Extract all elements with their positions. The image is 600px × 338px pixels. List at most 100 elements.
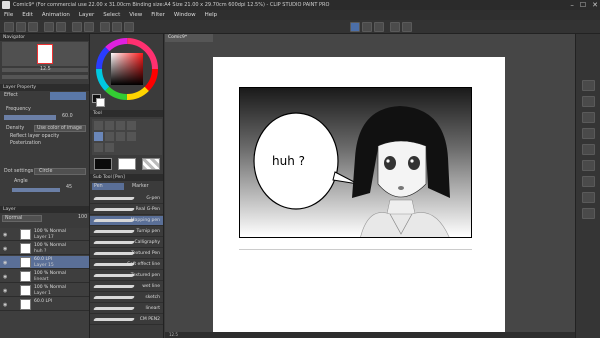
eraser-tool-icon[interactable] xyxy=(127,132,136,141)
material-icon[interactable] xyxy=(582,96,595,107)
zoom-tool-icon[interactable] xyxy=(105,121,114,130)
brush-item-selected[interactable]: Mapping pen xyxy=(90,216,163,226)
brush-item[interactable]: Soft effect line xyxy=(90,260,163,270)
frequency-slider[interactable] xyxy=(4,115,56,120)
transparent-swatch[interactable] xyxy=(142,158,160,170)
brush-item[interactable]: Textured Pen xyxy=(90,249,163,259)
canvas-tab[interactable]: Comic9* xyxy=(165,34,213,42)
eye-icon[interactable]: ◉ xyxy=(3,302,7,308)
snap-ruler-icon[interactable] xyxy=(350,22,360,32)
dot-settings-label: Dot settings xyxy=(4,169,34,174)
material-icon[interactable] xyxy=(582,80,595,91)
angle-value[interactable]: 45 xyxy=(66,185,72,190)
minimize-button[interactable]: – xyxy=(570,1,574,9)
eye-icon[interactable]: ◉ xyxy=(3,260,7,266)
brush-item[interactable]: sketch xyxy=(90,293,163,303)
menu-view[interactable]: View xyxy=(129,12,142,18)
effect-label: Effect xyxy=(4,93,18,98)
menu-select[interactable]: Select xyxy=(103,12,120,18)
layer-name: Layer 15 xyxy=(34,263,54,268)
layer-name: lineart xyxy=(34,277,49,282)
crop-icon[interactable] xyxy=(124,22,134,32)
close-button[interactable]: ✕ xyxy=(592,1,598,9)
brush-item[interactable]: Calligraphy xyxy=(90,238,163,248)
snap-grid-icon[interactable] xyxy=(374,22,384,32)
menu-window[interactable]: Window xyxy=(174,12,196,18)
menu-filter[interactable]: Filter xyxy=(151,12,165,18)
open-icon[interactable] xyxy=(16,22,26,32)
text-tool-icon[interactable] xyxy=(105,143,114,152)
select-tool-icon[interactable] xyxy=(116,121,125,130)
save-icon[interactable] xyxy=(28,22,38,32)
layer-row-selected[interactable]: ◉ 60.0 LPI Layer 15 xyxy=(0,256,89,269)
zoom-status[interactable]: 12.5 xyxy=(169,332,178,337)
pen-tab[interactable]: Pen xyxy=(92,183,124,190)
brush-item[interactable]: Real G-Pen xyxy=(90,205,163,215)
menu-file[interactable]: File xyxy=(4,12,13,18)
eye-icon[interactable]: ◉ xyxy=(3,288,7,294)
material-icon[interactable] xyxy=(582,208,595,219)
frequency-value[interactable]: 60.0 xyxy=(62,114,73,119)
eye-icon[interactable]: ◉ xyxy=(3,232,7,238)
marker-tab[interactable]: Marker xyxy=(126,183,160,190)
dot-settings-select[interactable]: Circle xyxy=(34,168,86,175)
brush-item[interactable]: G-pen xyxy=(90,194,163,204)
eye-icon[interactable]: ◉ xyxy=(3,274,7,280)
color-white-swatch[interactable] xyxy=(118,158,136,170)
layer-row[interactable]: ◉ 100 % Normal huh ? xyxy=(0,242,89,255)
color-wheel[interactable] xyxy=(96,38,158,100)
move-tool-icon[interactable] xyxy=(94,121,103,130)
brush-item[interactable]: lineart xyxy=(90,304,163,314)
new-icon[interactable] xyxy=(4,22,14,32)
sub-color-swatch[interactable] xyxy=(96,98,105,107)
reflect-opacity-checkbox[interactable]: Reflect layer opacity xyxy=(10,134,59,139)
layer-icon[interactable] xyxy=(390,22,400,32)
material-icon[interactable] xyxy=(582,112,595,123)
deselect-icon[interactable] xyxy=(100,22,110,32)
palette-icon[interactable] xyxy=(402,22,412,32)
eye-icon[interactable]: ◉ xyxy=(3,246,7,252)
menu-edit[interactable]: Edit xyxy=(22,12,33,18)
redo-icon[interactable] xyxy=(56,22,66,32)
brush-item[interactable]: Textured pen xyxy=(90,271,163,281)
brush-item[interactable]: wet line xyxy=(90,282,163,292)
snap-guide-icon[interactable] xyxy=(362,22,372,32)
material-icon[interactable] xyxy=(582,144,595,155)
layer-row[interactable]: ◉ 100 % Normal Layer 1 xyxy=(0,284,89,297)
angle-slider[interactable] xyxy=(12,188,60,192)
material-icon[interactable] xyxy=(582,160,595,171)
menu-help[interactable]: Help xyxy=(205,12,218,18)
invert-icon[interactable] xyxy=(112,22,122,32)
fill-tool-icon[interactable] xyxy=(94,143,103,152)
undo-icon[interactable] xyxy=(44,22,54,32)
material-icon[interactable] xyxy=(582,128,595,139)
menu-layer[interactable]: Layer xyxy=(79,12,94,18)
clear-icon[interactable] xyxy=(72,22,82,32)
material-icon[interactable] xyxy=(582,192,595,203)
brush-item[interactable]: CM PEN2 xyxy=(90,315,163,325)
layer-blend: 100 % Normal xyxy=(34,271,67,276)
brush-tool-icon[interactable] xyxy=(116,132,125,141)
rotation-slider[interactable] xyxy=(2,75,88,79)
density-select[interactable]: Use color of image xyxy=(34,125,86,132)
speech-bubble-text: huh ? xyxy=(272,154,305,168)
layer-name: Layer 17 xyxy=(34,235,54,240)
layer-opacity-value[interactable]: 100 xyxy=(78,215,87,220)
brush-item[interactable]: Turnip pen xyxy=(90,227,163,237)
pencil-tool-icon[interactable] xyxy=(105,132,114,141)
pen-tool-icon[interactable] xyxy=(94,132,103,141)
blend-mode-select[interactable]: Normal xyxy=(2,215,42,222)
layer-row[interactable]: ◉ 60.0 LPI xyxy=(0,298,89,311)
lasso-tool-icon[interactable] xyxy=(127,121,136,130)
layer-row[interactable]: ◉ 100 % Normal Layer 17 xyxy=(0,228,89,241)
maximize-button[interactable]: ☐ xyxy=(580,1,586,9)
effect-buttons[interactable] xyxy=(50,92,86,100)
menu-animation[interactable]: Animation xyxy=(42,12,70,18)
manga-page[interactable]: huh ? xyxy=(213,57,505,332)
color-black-swatch[interactable] xyxy=(94,158,112,170)
posterization-checkbox[interactable]: Posterization xyxy=(10,141,41,146)
layer-row[interactable]: ◉ 100 % Normal lineart xyxy=(0,270,89,283)
material-icon[interactable] xyxy=(582,176,595,187)
transform-icon[interactable] xyxy=(84,22,94,32)
layer-name: Layer 1 xyxy=(34,291,51,296)
